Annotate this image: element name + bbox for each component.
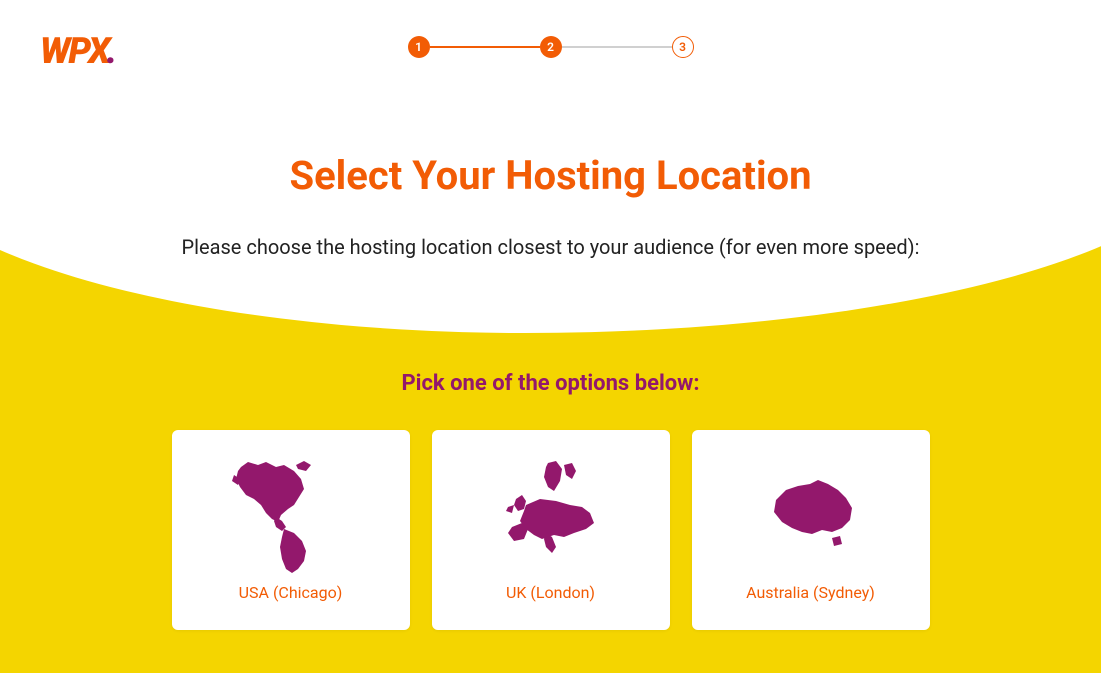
options-row: USA (Chicago) UK (L (0, 430, 1101, 630)
options-title: Pick one of the options below: (0, 371, 1101, 396)
step-number: 3 (679, 40, 686, 54)
wpx-logo[interactable]: WPX . (40, 30, 115, 72)
option-usa-chicago[interactable]: USA (Chicago) (172, 430, 410, 630)
step-1[interactable]: 1 (408, 36, 430, 58)
step-number: 2 (547, 40, 554, 54)
logo-text: WPX (40, 30, 109, 72)
step-line-1-2 (430, 46, 540, 48)
australia-map-icon (756, 450, 866, 583)
page-header: WPX . 1 2 3 (0, 0, 1101, 72)
europe-map-icon (486, 450, 616, 583)
step-2[interactable]: 2 (540, 36, 562, 58)
hero-section: Select Your Hosting Location Please choo… (0, 152, 1101, 259)
step-3[interactable]: 3 (672, 36, 694, 58)
progress-stepper: 1 2 3 (408, 36, 694, 58)
page-subtitle: Please choose the hosting location close… (0, 235, 1101, 259)
option-label: USA (Chicago) (239, 583, 343, 602)
option-uk-london[interactable]: UK (London) (432, 430, 670, 630)
options-section: Pick one of the options below: USA (Chic… (0, 371, 1101, 630)
option-label: UK (London) (506, 583, 595, 602)
option-australia-sydney[interactable]: Australia (Sydney) (692, 430, 930, 630)
page-title: Select Your Hosting Location (0, 152, 1101, 199)
step-line-2-3 (562, 46, 672, 48)
option-label: Australia (Sydney) (746, 583, 875, 602)
logo-dot: . (107, 30, 116, 72)
americas-map-icon (226, 450, 356, 583)
step-number: 1 (415, 40, 422, 54)
